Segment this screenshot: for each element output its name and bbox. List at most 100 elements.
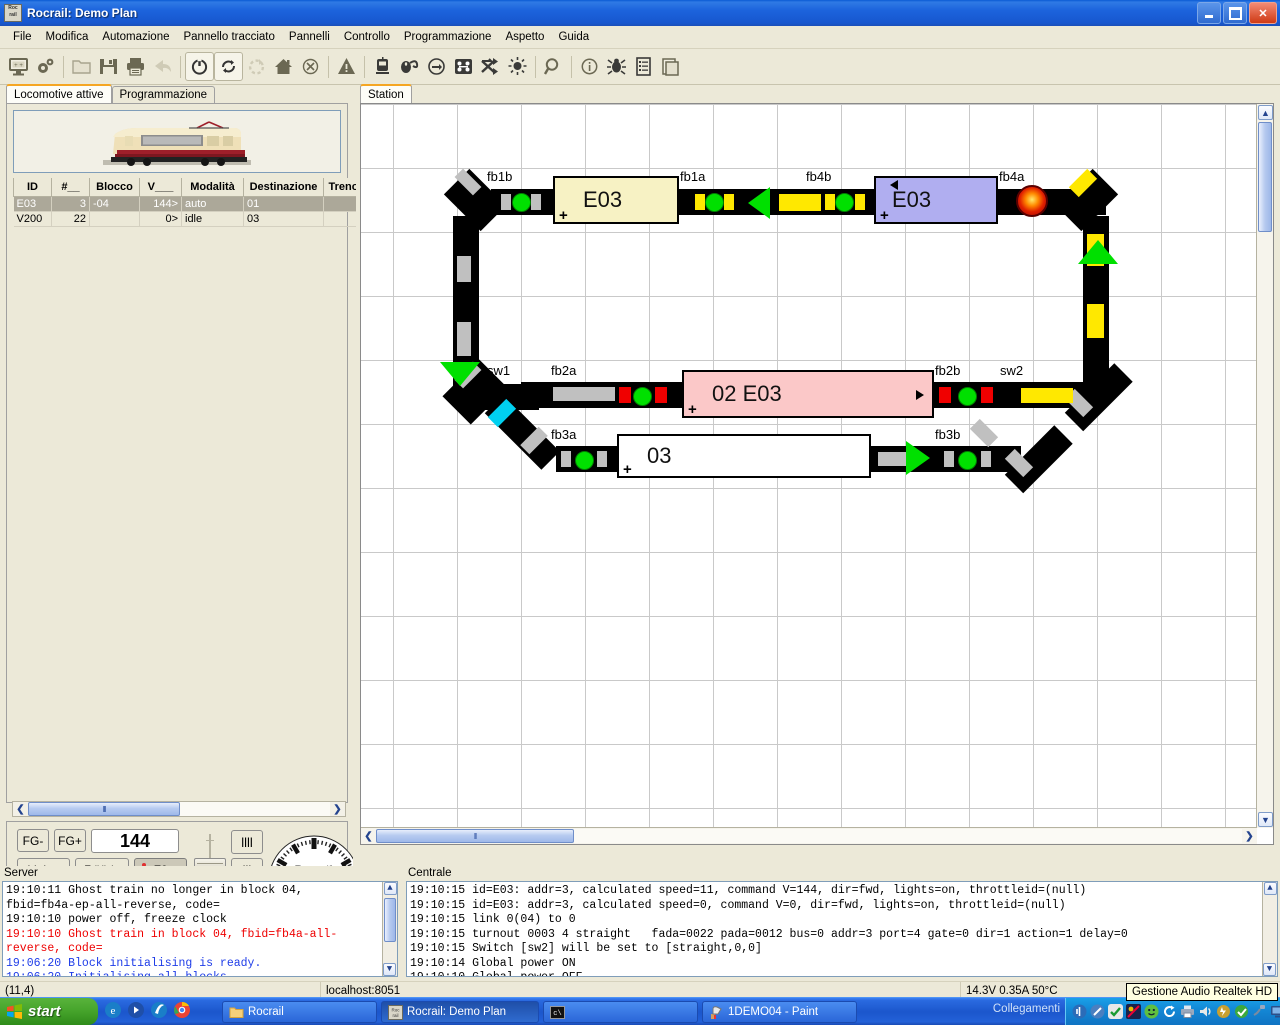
speedometer-icon[interactable] xyxy=(423,53,450,80)
light-icon[interactable] xyxy=(504,53,531,80)
feedback-fb1b[interactable] xyxy=(512,193,531,212)
fg-minus-button[interactable]: FG- xyxy=(17,829,49,852)
monitor-icon[interactable]: + + xyxy=(5,53,32,80)
display-tray-icon[interactable] xyxy=(1270,1004,1280,1019)
locomotive-icon[interactable] xyxy=(369,53,396,80)
direction-arrow-left[interactable] xyxy=(748,187,770,219)
switch-icon[interactable] xyxy=(477,53,504,80)
scroll-left-icon[interactable]: ❮ xyxy=(361,829,376,843)
blocks-icon[interactable] xyxy=(450,53,477,80)
mouse-icon[interactable] xyxy=(396,53,423,80)
centrale-log-box[interactable]: 19:10:15 id=E03: addr=3, calculated spee… xyxy=(406,881,1278,977)
col-id[interactable]: ID xyxy=(14,178,52,196)
signal-yellow[interactable] xyxy=(695,194,705,210)
scroll-down-icon[interactable]: ▼ xyxy=(1263,963,1276,976)
menu-automazione[interactable]: Automazione xyxy=(95,28,176,46)
media-player-shortcut-icon[interactable] xyxy=(127,1001,145,1019)
power-icon[interactable] xyxy=(185,52,214,81)
settings-tray-icon[interactable] xyxy=(1090,1004,1105,1019)
direction-arrow-right[interactable] xyxy=(906,441,930,475)
tab-locomotive-attive[interactable]: Locomotive attive xyxy=(6,84,112,103)
menu-modifica[interactable]: Modifica xyxy=(39,28,96,46)
feedback-fb2a[interactable] xyxy=(633,387,652,406)
signal-yellow-long[interactable] xyxy=(779,194,821,211)
undo-arrow-icon[interactable] xyxy=(149,53,176,80)
scroll-up-icon[interactable]: ▲ xyxy=(1258,105,1273,120)
block-03[interactable]: + 03 xyxy=(617,434,871,478)
stop-icon[interactable] xyxy=(297,53,324,80)
scroll-down-icon[interactable]: ▼ xyxy=(383,963,396,976)
documents-icon[interactable] xyxy=(657,53,684,80)
network-tray-icon[interactable] xyxy=(1126,1004,1141,1019)
signal-red[interactable] xyxy=(939,387,951,403)
messenger-tray-icon[interactable] xyxy=(1144,1004,1159,1019)
antivirus-tray-icon[interactable] xyxy=(1108,1004,1123,1019)
signal-yellow[interactable] xyxy=(724,194,734,210)
info-icon[interactable] xyxy=(576,53,603,80)
start-button[interactable]: start xyxy=(0,998,98,1025)
disk-tray-icon[interactable] xyxy=(1234,1004,1249,1019)
hscroll-track[interactable] xyxy=(574,829,1242,843)
canvas-vscrollbar[interactable]: ▲ ▼ xyxy=(1256,104,1273,828)
hscroll-thumb[interactable]: llll xyxy=(28,802,180,816)
signal-red[interactable] xyxy=(619,387,631,403)
menu-controllo[interactable]: Controllo xyxy=(337,28,397,46)
locomotive-table-hscrollbar[interactable]: ❮ llll ❯ xyxy=(12,801,346,817)
col-destinazione[interactable]: Destinazione xyxy=(244,178,324,196)
print-icon[interactable] xyxy=(122,53,149,80)
scroll-up-icon[interactable]: ▲ xyxy=(384,882,397,895)
close-button[interactable]: ✕ xyxy=(1249,2,1277,24)
maximize-button[interactable] xyxy=(1223,2,1247,24)
gears-icon[interactable] xyxy=(32,53,59,80)
feedback-fb1a[interactable] xyxy=(705,193,724,212)
usb-tray-icon[interactable] xyxy=(1252,1004,1267,1019)
red-signal-lamp[interactable] xyxy=(1016,185,1048,217)
taskbar-item-rocrail-folder[interactable]: Rocrail xyxy=(222,1001,377,1023)
centrale-log-scrollbar[interactable]: ▲ ▼ xyxy=(1262,882,1277,976)
feedback-fb4b[interactable] xyxy=(835,193,854,212)
col-number[interactable]: #__ xyxy=(52,178,90,196)
bug-icon[interactable] xyxy=(603,53,630,80)
scroll-right-icon[interactable]: ❯ xyxy=(1242,829,1257,843)
ie-shortcut-icon[interactable]: e xyxy=(104,1001,122,1019)
reset-icon[interactable] xyxy=(243,53,270,80)
menu-programmazione[interactable]: Programmazione xyxy=(397,28,499,46)
block-e03-purple[interactable]: + E03 xyxy=(874,176,998,224)
feedback-fb3a[interactable] xyxy=(575,451,594,470)
server-log-box[interactable]: 19:10:11 Ghost train no longer in block … xyxy=(2,881,398,977)
minimize-button[interactable] xyxy=(1197,2,1221,24)
update-tray-icon[interactable] xyxy=(1162,1004,1177,1019)
signal-yellow[interactable] xyxy=(825,194,835,210)
chrome-shortcut-icon[interactable] xyxy=(173,1001,191,1019)
switch-sw2-indicator[interactable] xyxy=(1021,388,1073,403)
col-modalita[interactable]: Modalità xyxy=(182,178,244,196)
log-scroll-thumb[interactable] xyxy=(384,898,396,942)
table-row[interactable]: V200 22 0> idle 03 xyxy=(14,211,364,226)
menu-aspetto[interactable]: Aspetto xyxy=(498,28,551,46)
scroll-left-icon[interactable]: ❮ xyxy=(13,802,28,816)
track-plan-canvas[interactable]: + E03 + E03 + 02 E03 + 03 xyxy=(361,104,1257,828)
server-log-scrollbar[interactable]: ▲ ▼ xyxy=(382,882,397,976)
direction-arrow-up[interactable] xyxy=(1078,240,1118,264)
feedback-fb2b[interactable] xyxy=(958,387,977,406)
menu-file[interactable]: File xyxy=(6,28,39,46)
home-icon[interactable] xyxy=(270,53,297,80)
hscroll-thumb[interactable]: lll xyxy=(376,829,574,843)
save-disk-icon[interactable] xyxy=(95,53,122,80)
taskbar-item-rocrail-demo-plan[interactable]: Rocrail Rocrail: Demo Plan xyxy=(381,1001,539,1023)
menu-pannello-tracciato[interactable]: Pannello tracciato xyxy=(176,28,281,46)
col-v[interactable]: V___ xyxy=(140,178,182,196)
block-02-e03[interactable]: + 02 E03 xyxy=(682,370,934,418)
power-tray-icon[interactable] xyxy=(1216,1004,1231,1019)
audio-tray-icon[interactable] xyxy=(1072,1004,1087,1019)
magnifier-icon[interactable] xyxy=(540,53,567,80)
taskbar-item-console[interactable]: c\ xyxy=(543,1001,698,1023)
fg-plus-button[interactable]: FG+ xyxy=(54,829,86,852)
scroll-down-icon[interactable]: ▼ xyxy=(1258,812,1273,827)
canvas-hscrollbar[interactable]: ❮ lll ❯ xyxy=(361,827,1257,844)
scroll-right-icon[interactable]: ❯ xyxy=(330,802,345,816)
taskbar-item-paint[interactable]: 1DEMO04 - Paint xyxy=(702,1001,857,1023)
menu-guida[interactable]: Guida xyxy=(551,28,596,46)
switch-sw1-indicator[interactable] xyxy=(553,387,615,401)
tab-programmazione[interactable]: Programmazione xyxy=(112,86,216,103)
